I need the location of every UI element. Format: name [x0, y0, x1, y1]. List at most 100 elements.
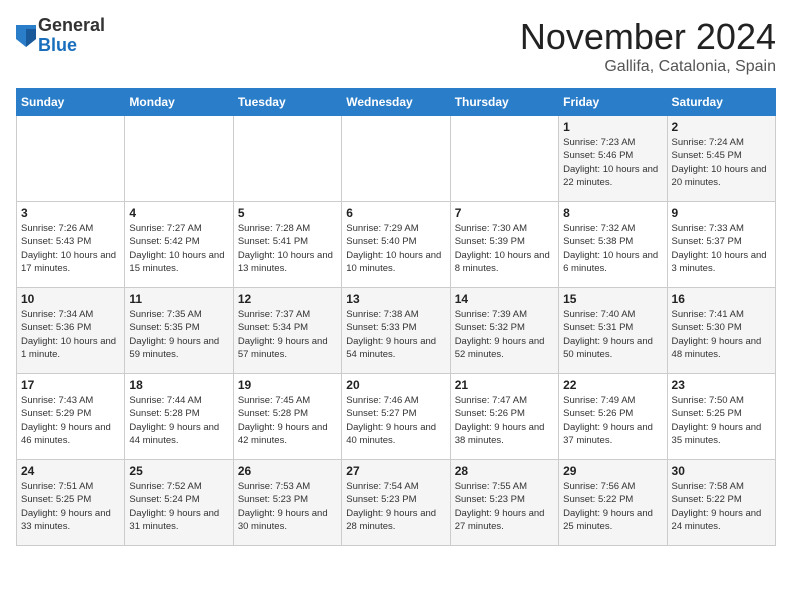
day-number: 28: [455, 464, 554, 478]
day-info: Sunrise: 7:29 AM Sunset: 5:40 PM Dayligh…: [346, 222, 445, 275]
day-info: Sunrise: 7:53 AM Sunset: 5:23 PM Dayligh…: [238, 480, 337, 533]
day-info: Sunrise: 7:23 AM Sunset: 5:46 PM Dayligh…: [563, 136, 662, 189]
calendar-cell: 18 Sunrise: 7:44 AM Sunset: 5:28 PM Dayli…: [125, 374, 233, 460]
day-number: 24: [21, 464, 120, 478]
logo-blue: Blue: [38, 35, 77, 55]
day-number: 12: [238, 292, 337, 306]
day-number: 18: [129, 378, 228, 392]
day-number: 21: [455, 378, 554, 392]
calendar-cell: 21 Sunrise: 7:47 AM Sunset: 5:26 PM Dayli…: [450, 374, 558, 460]
calendar-cell: 26 Sunrise: 7:53 AM Sunset: 5:23 PM Dayli…: [233, 460, 341, 546]
calendar-cell: 22Sunrise: 7:49 AM Sunset: 5:26 PM Dayli…: [559, 374, 667, 460]
day-number: 8: [563, 206, 662, 220]
month-title: November 2024: [520, 16, 776, 58]
calendar-cell: 1 Sunrise: 7:23 AM Sunset: 5:46 PM Daylig…: [559, 116, 667, 202]
calendar-cell: 27 Sunrise: 7:54 AM Sunset: 5:23 PM Dayli…: [342, 460, 450, 546]
calendar-cell: 24 Sunrise: 7:51 AM Sunset: 5:25 PM Dayli…: [17, 460, 125, 546]
calendar-cell: [17, 116, 125, 202]
col-tuesday: Tuesday: [233, 89, 341, 116]
day-number: 5: [238, 206, 337, 220]
day-number: 20: [346, 378, 445, 392]
day-number: 16: [672, 292, 771, 306]
day-info: Sunrise: 7:43 AM Sunset: 5:29 PM Dayligh…: [21, 394, 120, 447]
calendar-cell: 9 Sunrise: 7:33 AM Sunset: 5:37 PM Daylig…: [667, 202, 775, 288]
day-number: 22: [563, 378, 662, 392]
day-info: Sunrise: 7:47 AM Sunset: 5:26 PM Dayligh…: [455, 394, 554, 447]
week-row-5: 24 Sunrise: 7:51 AM Sunset: 5:25 PM Dayli…: [17, 460, 776, 546]
col-wednesday: Wednesday: [342, 89, 450, 116]
day-info: Sunrise: 7:41 AM Sunset: 5:30 PM Dayligh…: [672, 308, 771, 361]
day-info: Sunrise: 7:58 AM Sunset: 5:22 PM Dayligh…: [672, 480, 771, 533]
calendar-cell: 4 Sunrise: 7:27 AM Sunset: 5:42 PM Daylig…: [125, 202, 233, 288]
day-number: 26: [238, 464, 337, 478]
day-info: Sunrise: 7:54 AM Sunset: 5:23 PM Dayligh…: [346, 480, 445, 533]
logo-general: General: [38, 15, 105, 35]
day-number: 6: [346, 206, 445, 220]
calendar-table: Sunday Monday Tuesday Wednesday Thursday…: [16, 88, 776, 546]
day-number: 1: [563, 120, 662, 134]
day-info: Sunrise: 7:52 AM Sunset: 5:24 PM Dayligh…: [129, 480, 228, 533]
day-info: Sunrise: 7:44 AM Sunset: 5:28 PM Dayligh…: [129, 394, 228, 447]
col-sunday: Sunday: [17, 89, 125, 116]
calendar-cell: 15 Sunrise: 7:40 AM Sunset: 5:31 PM Dayli…: [559, 288, 667, 374]
calendar-cell: 14 Sunrise: 7:39 AM Sunset: 5:32 PM Dayli…: [450, 288, 558, 374]
day-info: Sunrise: 7:34 AM Sunset: 5:36 PM Dayligh…: [21, 308, 120, 361]
col-thursday: Thursday: [450, 89, 558, 116]
calendar-cell: 3Sunrise: 7:26 AM Sunset: 5:43 PM Daylig…: [17, 202, 125, 288]
calendar-cell: 8 Sunrise: 7:32 AM Sunset: 5:38 PM Daylig…: [559, 202, 667, 288]
week-row-4: 17 Sunrise: 7:43 AM Sunset: 5:29 PM Dayli…: [17, 374, 776, 460]
calendar-cell: 7 Sunrise: 7:30 AM Sunset: 5:39 PM Daylig…: [450, 202, 558, 288]
day-info: Sunrise: 7:26 AM Sunset: 5:43 PM Dayligh…: [21, 222, 120, 275]
calendar-cell: 11Sunrise: 7:35 AM Sunset: 5:35 PM Dayli…: [125, 288, 233, 374]
calendar-cell: 16 Sunrise: 7:41 AM Sunset: 5:30 PM Dayli…: [667, 288, 775, 374]
calendar-cell: 2Sunrise: 7:24 AM Sunset: 5:45 PM Daylig…: [667, 116, 775, 202]
day-number: 7: [455, 206, 554, 220]
day-number: 9: [672, 206, 771, 220]
day-number: 14: [455, 292, 554, 306]
day-info: Sunrise: 7:38 AM Sunset: 5:33 PM Dayligh…: [346, 308, 445, 361]
day-number: 4: [129, 206, 228, 220]
day-info: Sunrise: 7:39 AM Sunset: 5:32 PM Dayligh…: [455, 308, 554, 361]
calendar-cell: [450, 116, 558, 202]
calendar-cell: 5Sunrise: 7:28 AM Sunset: 5:41 PM Daylig…: [233, 202, 341, 288]
col-monday: Monday: [125, 89, 233, 116]
day-number: 19: [238, 378, 337, 392]
day-number: 17: [21, 378, 120, 392]
calendar-cell: [342, 116, 450, 202]
day-info: Sunrise: 7:30 AM Sunset: 5:39 PM Dayligh…: [455, 222, 554, 275]
header-row: Sunday Monday Tuesday Wednesday Thursday…: [17, 89, 776, 116]
day-info: Sunrise: 7:37 AM Sunset: 5:34 PM Dayligh…: [238, 308, 337, 361]
day-info: Sunrise: 7:46 AM Sunset: 5:27 PM Dayligh…: [346, 394, 445, 447]
calendar-cell: 12 Sunrise: 7:37 AM Sunset: 5:34 PM Dayli…: [233, 288, 341, 374]
week-row-3: 10 Sunrise: 7:34 AM Sunset: 5:36 PM Dayli…: [17, 288, 776, 374]
day-number: 27: [346, 464, 445, 478]
calendar-cell: [125, 116, 233, 202]
calendar-cell: 25 Sunrise: 7:52 AM Sunset: 5:24 PM Dayli…: [125, 460, 233, 546]
calendar-cell: 30 Sunrise: 7:58 AM Sunset: 5:22 PM Dayli…: [667, 460, 775, 546]
day-info: Sunrise: 7:27 AM Sunset: 5:42 PM Dayligh…: [129, 222, 228, 275]
calendar-cell: 13 Sunrise: 7:38 AM Sunset: 5:33 PM Dayli…: [342, 288, 450, 374]
day-info: Sunrise: 7:51 AM Sunset: 5:25 PM Dayligh…: [21, 480, 120, 533]
calendar-cell: 29Sunrise: 7:56 AM Sunset: 5:22 PM Dayli…: [559, 460, 667, 546]
day-info: Sunrise: 7:55 AM Sunset: 5:23 PM Dayligh…: [455, 480, 554, 533]
calendar-cell: 20 Sunrise: 7:46 AM Sunset: 5:27 PM Dayli…: [342, 374, 450, 460]
day-number: 11: [129, 292, 228, 306]
day-number: 10: [21, 292, 120, 306]
logo-icon: [16, 25, 36, 47]
day-number: 15: [563, 292, 662, 306]
day-info: Sunrise: 7:40 AM Sunset: 5:31 PM Dayligh…: [563, 308, 662, 361]
header: General Blue November 2024 Gallifa, Cata…: [16, 16, 776, 76]
day-number: 30: [672, 464, 771, 478]
week-row-2: 3Sunrise: 7:26 AM Sunset: 5:43 PM Daylig…: [17, 202, 776, 288]
day-info: Sunrise: 7:50 AM Sunset: 5:25 PM Dayligh…: [672, 394, 771, 447]
title-block: November 2024 Gallifa, Catalonia, Spain: [520, 16, 776, 76]
day-info: Sunrise: 7:33 AM Sunset: 5:37 PM Dayligh…: [672, 222, 771, 275]
day-number: 2: [672, 120, 771, 134]
day-info: Sunrise: 7:32 AM Sunset: 5:38 PM Dayligh…: [563, 222, 662, 275]
calendar-cell: 19Sunrise: 7:45 AM Sunset: 5:28 PM Dayli…: [233, 374, 341, 460]
logo-text: General Blue: [38, 16, 105, 56]
day-number: 13: [346, 292, 445, 306]
day-number: 25: [129, 464, 228, 478]
logo: General Blue: [16, 16, 105, 56]
calendar-cell: 23Sunrise: 7:50 AM Sunset: 5:25 PM Dayli…: [667, 374, 775, 460]
